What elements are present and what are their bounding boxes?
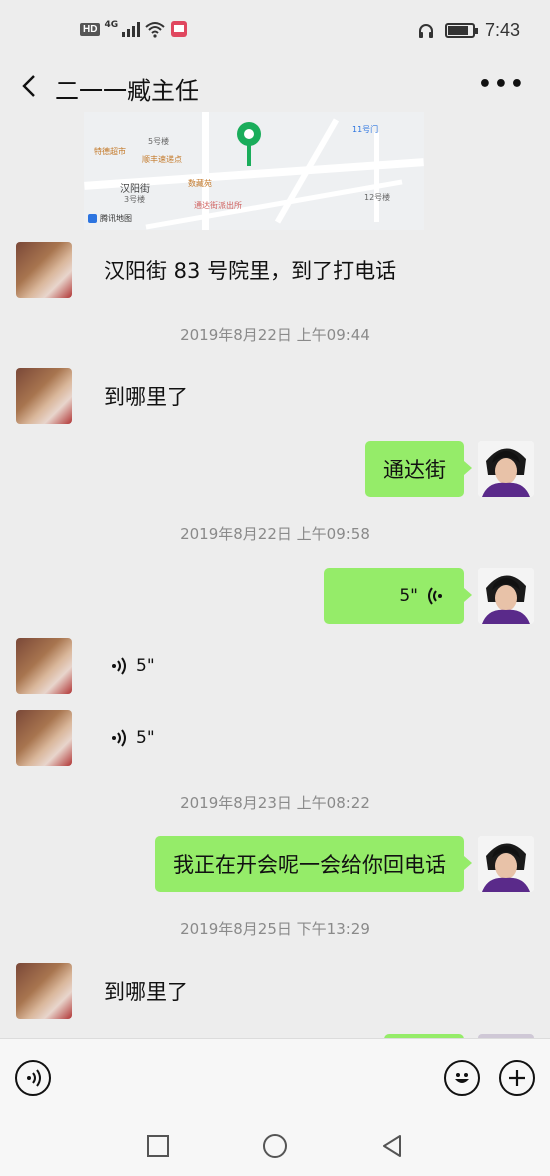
message-row: 我正在开会呢一会给你回电话 [0, 836, 550, 892]
map-label: 12号楼 [364, 193, 391, 202]
map-road [145, 179, 403, 230]
headset-icon [418, 23, 433, 38]
voice-icon [27, 1069, 41, 1087]
contact-avatar[interactable] [16, 242, 72, 298]
signal-icon [122, 21, 141, 37]
map-poi: 顺丰速递点 [142, 155, 182, 164]
voice-duration: 5" [136, 728, 155, 748]
location-map-card[interactable]: 汉阳街 3号楼 11号门 12号楼 5号楼 特德超市 顺丰速递点 数藏苑 通达街… [84, 112, 424, 230]
wifi-icon [145, 22, 165, 38]
timestamp: 2019年8月23日 上午08:22 [180, 794, 370, 812]
map-brand: 腾讯地图 [88, 213, 132, 224]
message-row: 到哪里了 [0, 368, 550, 424]
notification-app-icon [171, 21, 188, 37]
tencent-map-icon [88, 214, 97, 223]
plus-icon [509, 1070, 525, 1086]
map-poi: 数藏苑 [188, 179, 212, 188]
my-voice-bubble[interactable]: 5" [324, 568, 472, 624]
status-right: 7:43 [417, 20, 520, 41]
message-row: 5" [0, 710, 550, 766]
location-pin-icon [237, 122, 261, 166]
timestamp: 2019年8月22日 上午09:58 [180, 525, 370, 543]
my-avatar[interactable] [478, 441, 534, 497]
battery-icon [444, 23, 478, 38]
map-label: 5号楼 [148, 137, 170, 146]
add-attachment-button[interactable] [499, 1060, 535, 1096]
status-bar: HD 4G 7:43 [0, 0, 550, 62]
voice-bubble[interactable]: 5" [108, 656, 155, 676]
contact-avatar[interactable] [16, 963, 72, 1019]
message-row: 5" [0, 638, 550, 694]
input-toolbar [0, 1038, 550, 1120]
back-triangle-icon[interactable] [380, 1134, 404, 1158]
my-message-bubble[interactable]: 通达街 [365, 441, 472, 497]
contact-avatar[interactable] [16, 368, 72, 424]
chat-header: 二一一臧主任 ••• [0, 62, 550, 110]
user-photo [478, 568, 534, 624]
home-circle-icon[interactable] [262, 1133, 288, 1159]
voice-wave-icon [112, 729, 126, 747]
timestamp: 2019年8月25日 下午13:29 [180, 920, 370, 938]
voice-wave-icon [428, 587, 442, 605]
message-bubble[interactable]: 到哪里了 [88, 368, 204, 424]
message-row: 通达街 [0, 441, 550, 497]
chat-title: 二一一臧主任 [55, 77, 199, 105]
message-bubble[interactable]: 到哪里了 [88, 963, 204, 1019]
map-brand-label: 腾讯地图 [100, 214, 132, 223]
voice-duration: 5" [136, 656, 155, 676]
message-row: 5" [0, 568, 550, 624]
status-left: HD 4G [80, 20, 188, 38]
map-label: 11号门 [352, 125, 379, 134]
contact-avatar[interactable] [16, 638, 72, 694]
system-nav-bar [0, 1120, 550, 1176]
hd-badge: HD [80, 22, 101, 36]
map-road [374, 132, 379, 222]
timestamp: 2019年8月22日 上午09:44 [180, 326, 370, 344]
network-type: 4G [104, 20, 119, 30]
map-street-label: 汉阳街 [120, 184, 150, 195]
map-road [202, 112, 209, 230]
voice-wave-icon [112, 657, 126, 675]
map-poi: 通达街派出所 [194, 201, 242, 210]
message-row: 到哪里了 [0, 963, 550, 1019]
contact-avatar[interactable] [16, 710, 72, 766]
emoji-button[interactable] [444, 1060, 480, 1096]
voice-duration: 5" [399, 586, 418, 606]
my-avatar[interactable] [478, 568, 534, 624]
clock: 7:43 [484, 20, 520, 40]
voice-bubble[interactable]: 5" [108, 728, 155, 748]
message-bubble[interactable]: 汉阳街 83 号院里，到了打电话 [88, 242, 412, 298]
more-options-button[interactable]: ••• [478, 72, 526, 97]
map-poi: 特德超市 [94, 147, 126, 156]
map-label: 3号楼 [124, 195, 146, 204]
smiley-icon [455, 1073, 469, 1083]
message-row: 汉阳街 83 号院里，到了打电话 [0, 242, 550, 298]
my-avatar[interactable] [478, 836, 534, 892]
user-photo [478, 836, 534, 892]
back-arrow-icon[interactable] [18, 72, 42, 100]
my-message-bubble[interactable]: 我正在开会呢一会给你回电话 [155, 836, 472, 892]
recents-square-icon[interactable] [146, 1134, 170, 1158]
user-photo [478, 441, 534, 497]
voice-input-button[interactable] [15, 1060, 51, 1096]
battery-fill [447, 26, 468, 35]
